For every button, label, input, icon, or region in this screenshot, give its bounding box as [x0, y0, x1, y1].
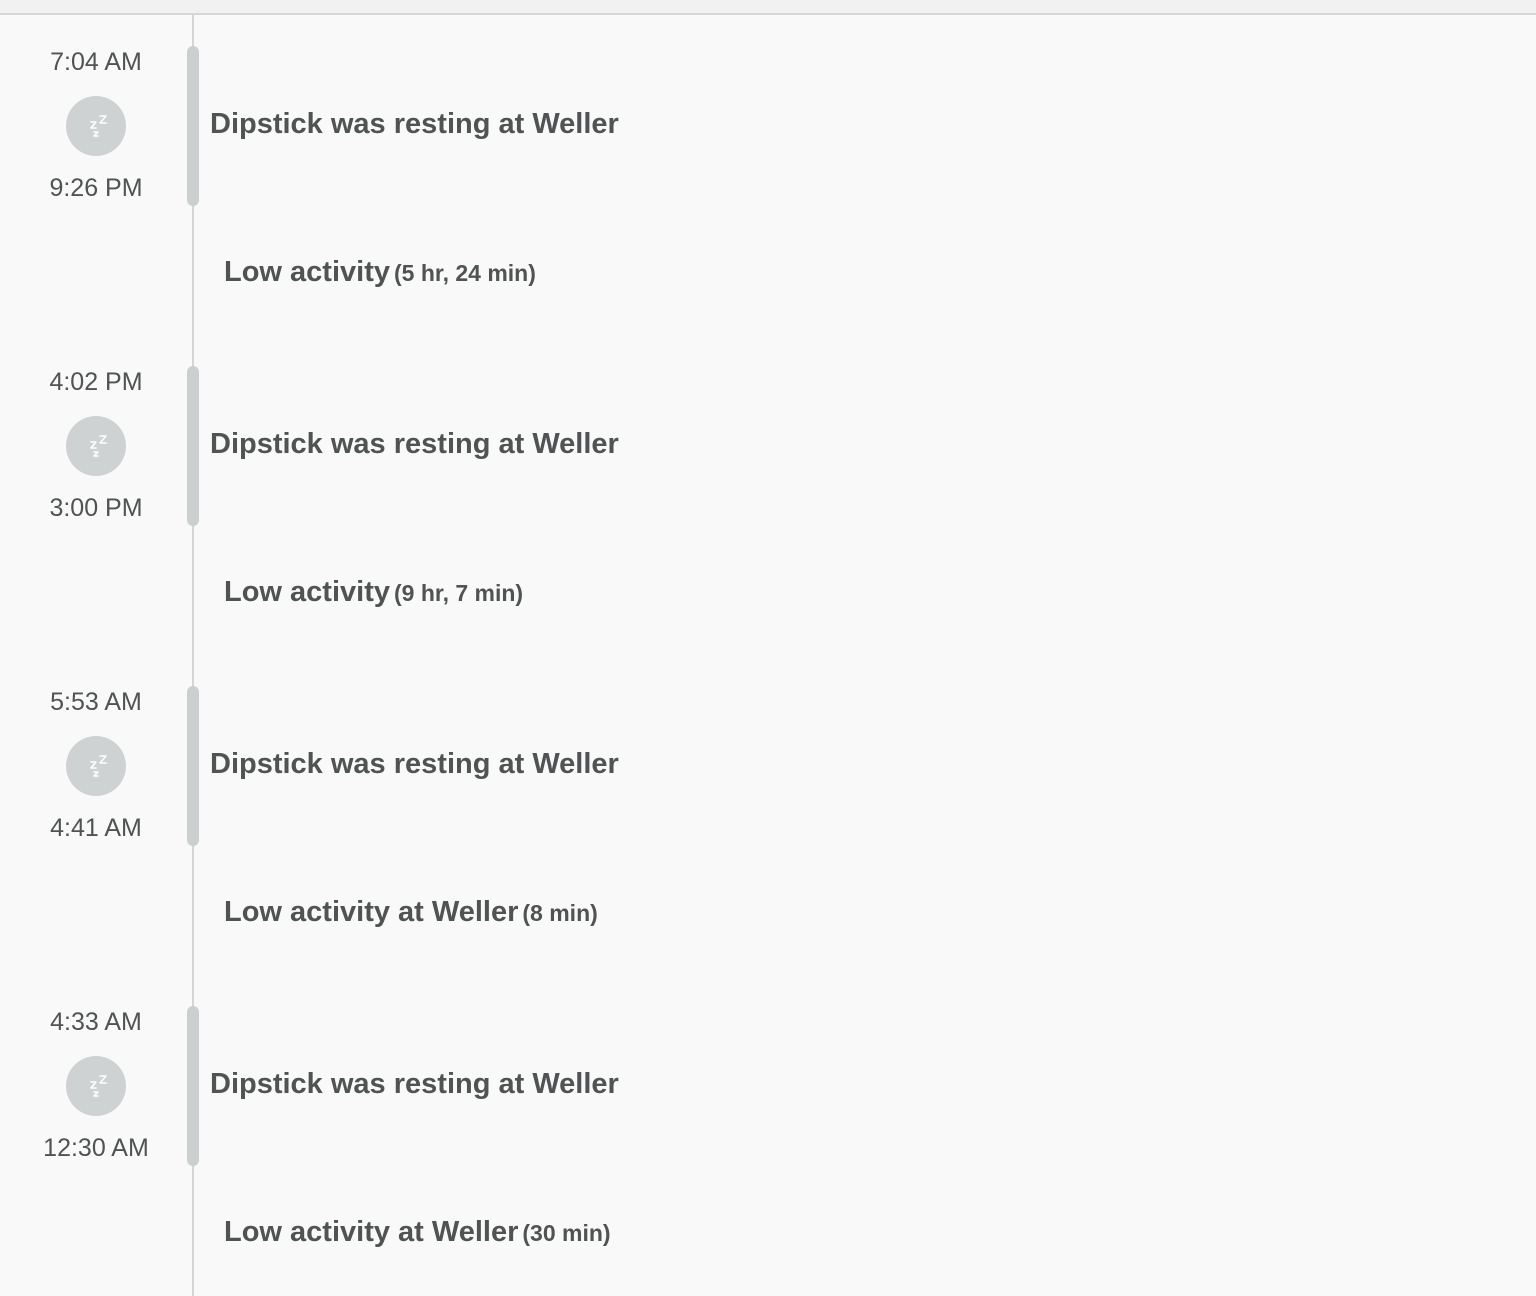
stay-duration-bar: [187, 1006, 199, 1166]
sleep-icon: [66, 1056, 126, 1116]
stay-start-time: 7:04 AM: [50, 48, 142, 76]
low-activity-entry[interactable]: Low activity (5 hr, 24 min): [224, 252, 1024, 292]
stay-label: Dipstick was resting at Weller: [210, 108, 619, 140]
timeline-stay-entry[interactable]: 4:33 AM 12:30 AM Dipstick was resting at…: [0, 990, 1536, 1166]
sleep-icon: [66, 736, 126, 796]
low-activity-duration: (8 min): [522, 900, 598, 926]
stay-duration-bar: [187, 366, 199, 526]
sleep-icon: [66, 96, 126, 156]
low-activity-duration: (5 hr, 24 min): [394, 260, 536, 286]
stay-start-time: 5:53 AM: [50, 688, 142, 716]
timeline-stay-entry[interactable]: 5:53 AM 4:41 AM Dipstick was resting at …: [0, 670, 1536, 846]
low-activity-label: Low activity: [224, 256, 390, 288]
stay-end-time: 4:41 AM: [50, 814, 142, 842]
low-activity-entry[interactable]: Low activity (9 hr, 7 min): [224, 572, 1024, 612]
low-activity-label: Low activity: [224, 576, 390, 608]
timeline-stay-entry[interactable]: 7:04 AM 9:26 PM Dipstick was resting at …: [0, 30, 1536, 206]
stay-duration-bar: [187, 686, 199, 846]
top-header-strip: [0, 0, 1536, 15]
stay-label: Dipstick was resting at Weller: [210, 748, 619, 780]
stay-label: Dipstick was resting at Weller: [210, 428, 619, 460]
low-activity-label: Low activity at Weller: [224, 896, 519, 928]
low-activity-entry[interactable]: Low activity at Weller (8 min): [224, 892, 1024, 932]
stay-label: Dipstick was resting at Weller: [210, 1068, 619, 1100]
low-activity-duration: (9 hr, 7 min): [394, 580, 524, 606]
timeline-stay-entry[interactable]: 4:02 PM 3:00 PM Dipstick was resting at …: [0, 350, 1536, 526]
stay-end-time: 9:26 PM: [49, 174, 143, 202]
sleep-icon: [66, 416, 126, 476]
stay-end-time: 12:30 AM: [43, 1134, 149, 1162]
stay-end-time: 3:00 PM: [49, 494, 143, 522]
stay-duration-bar: [187, 46, 199, 206]
low-activity-entry[interactable]: Low activity at Weller (30 min): [224, 1212, 1024, 1252]
low-activity-label: Low activity at Weller: [224, 1216, 519, 1248]
activity-timeline: 7:04 AM 9:26 PM Dipstick was resting at …: [0, 15, 1536, 1296]
low-activity-duration: (30 min): [522, 1220, 611, 1246]
stay-start-time: 4:33 AM: [50, 1008, 142, 1036]
stay-start-time: 4:02 PM: [49, 368, 143, 396]
